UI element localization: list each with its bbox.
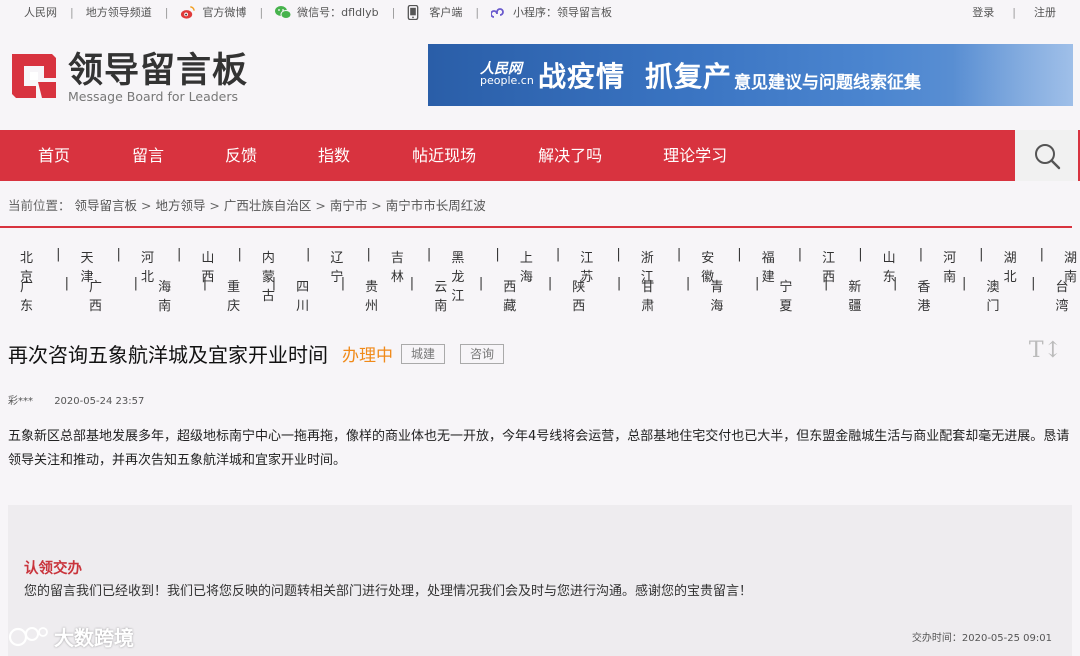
- post-date: 2020-05-24 23:57: [54, 396, 145, 407]
- province-link[interactable]: 云南: [414, 276, 459, 314]
- province-link[interactable]: 宁夏: [759, 276, 804, 314]
- banner-brand: 人民网 people.cn: [480, 61, 534, 87]
- province-link[interactable]: 澳门: [966, 276, 1011, 314]
- nav-theory[interactable]: 理论学习: [602, 130, 727, 181]
- wechat-icon: [275, 5, 292, 20]
- post-author: 彩***: [8, 396, 33, 407]
- logo-english-text: Message Board for Leaders: [68, 89, 239, 104]
- province-link[interactable]: 海南: [138, 276, 183, 314]
- breadcrumb-item[interactable]: 领导留言板: [75, 198, 138, 213]
- post-body: 五象新区总部基地发展多年，超级地标南宁中心一拖再拖，像样的商业体也无一开放，今年…: [8, 429, 1070, 468]
- province-link[interactable]: 贵州: [345, 276, 390, 314]
- banner-title-1: 战疫情: [538, 60, 626, 93]
- watermark: 大数跨境: [8, 622, 134, 651]
- province-link[interactable]: 陕西: [552, 276, 597, 314]
- province-link[interactable]: 香港: [897, 276, 942, 314]
- banner-title-3: 意见建议与问题线索征集: [734, 72, 922, 93]
- post-meta: 彩*** 2020-05-24 23:57: [8, 392, 144, 407]
- login-link[interactable]: 登录: [972, 4, 994, 20]
- banner-title-2: 抓复产: [645, 60, 733, 93]
- mini-program-icon: [490, 5, 506, 20]
- nav-home[interactable]: 首页: [0, 130, 70, 181]
- nav-feedback[interactable]: 反馈: [164, 130, 257, 181]
- nav-messages[interactable]: 留言: [70, 130, 164, 181]
- status-badge: 办理中: [342, 346, 393, 366]
- nav-index[interactable]: 指数: [257, 130, 350, 181]
- divider-line: [0, 226, 1072, 228]
- search-button[interactable]: [1015, 130, 1078, 181]
- breadcrumb-item[interactable]: 地方领导: [155, 198, 205, 213]
- province-link[interactable]: 广东: [0, 276, 45, 314]
- province-link[interactable]: 甘肃: [621, 276, 666, 314]
- province-link[interactable]: 青海: [690, 276, 735, 314]
- reply-title: 认领交办: [24, 561, 82, 577]
- link-wechat[interactable]: 微信号：dfldlyb: [275, 4, 379, 20]
- post-title: 再次咨询五象航洋城及宜家开业时间: [8, 343, 328, 367]
- font-size-toggle-icon[interactable]: T↕: [1029, 338, 1062, 363]
- campaign-banner[interactable]: 人民网 people.cn 战疫情 抓复产 意见建议与问题线索征集: [428, 44, 1073, 106]
- nav-resolved[interactable]: 解决了吗: [476, 130, 602, 181]
- logo-mark-icon: [12, 54, 56, 98]
- province-link[interactable]: 台湾: [1035, 276, 1080, 314]
- breadcrumb-item[interactable]: 南宁市: [330, 198, 368, 213]
- post-title-row: 再次咨询五象航洋城及宜家开业时间 办理中 城建 咨询: [8, 339, 505, 368]
- site-header: 领导留言板 Message Board for Leaders 人民网 peop…: [0, 24, 1080, 130]
- banner-decoration: [953, 44, 1073, 106]
- weibo-icon: [180, 5, 196, 20]
- watermark-logo-icon: [8, 626, 48, 646]
- province-list-row-2: 广东 | 广西 | 海南 | 重庆 | 四川 | 贵州 | 云南 | 西藏 | 陕西 | 甘肃 | 青海 | 宁夏 | 新疆 | 香…: [0, 276, 1080, 314]
- province-link[interactable]: 新疆: [828, 276, 873, 314]
- site-logo[interactable]: 领导留言板 Message Board for Leaders: [8, 52, 248, 105]
- link-people-cn[interactable]: 人民网: [24, 4, 57, 20]
- top-bar: 人民网 | 地方领导频道 | 官方微博 | 微信号：dfldlyb | 客户端 …: [24, 4, 1056, 20]
- breadcrumb: 当前位置： 领导留言板 > 地方领导 > 广西壮族自治区 > 南宁市 > 南宁市…: [8, 198, 486, 213]
- search-icon: [1034, 143, 1060, 169]
- reply-box: 认领交办 您的留言我们已经收到！我们已将您反映的问题转相关部门进行处理，处理情况…: [8, 505, 1072, 656]
- reply-time: 交办时间：2020-05-25 09:01: [911, 633, 1052, 644]
- reply-body: 您的留言我们已经收到！我们已将您反映的问题转相关部门进行处理，处理情况我们会及时…: [24, 584, 753, 599]
- tag-urban-construction[interactable]: 城建: [401, 343, 446, 364]
- register-link[interactable]: 注册: [1034, 4, 1056, 20]
- mobile-phone-icon: [407, 4, 422, 20]
- link-mini-program[interactable]: 小程序：领导留言板: [490, 4, 612, 20]
- link-local-leaders[interactable]: 地方领导频道: [86, 4, 152, 20]
- province-link[interactable]: 重庆: [207, 276, 252, 314]
- link-client-app[interactable]: 客户端: [407, 4, 462, 20]
- breadcrumb-item[interactable]: 南宁市市长周红波: [386, 198, 486, 213]
- tag-consult[interactable]: 咨询: [460, 343, 505, 364]
- logo-chinese-text: 领导留言板: [68, 51, 249, 91]
- main-nav: 首页 留言 反馈 指数 帖近现场 解决了吗 理论学习: [0, 130, 1080, 181]
- province-link[interactable]: 广西: [69, 276, 114, 314]
- breadcrumb-item[interactable]: 广西壮族自治区: [224, 198, 312, 213]
- province-link[interactable]: 西藏: [483, 276, 528, 314]
- province-link[interactable]: 四川: [276, 276, 321, 314]
- nav-on-site[interactable]: 帖近现场: [350, 130, 476, 181]
- link-weibo[interactable]: 官方微博: [180, 4, 246, 20]
